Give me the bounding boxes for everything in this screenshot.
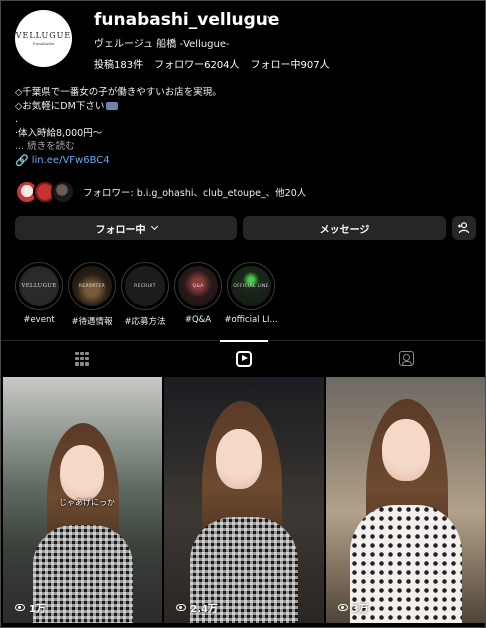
reel-face <box>216 429 263 489</box>
highlight-label: #応募方法 <box>124 317 166 327</box>
views-icon <box>337 604 348 611</box>
profile-bio: ◇千葉県で一番女の子が働きやすいお店を実現。 ◇お気軽にDM下さい . ·体入時… <box>15 86 222 154</box>
tagged-icon <box>398 351 414 366</box>
reel-view-count: 3万 <box>351 604 369 615</box>
posts-count[interactable]: 投稿183件 <box>94 56 143 71</box>
follower-avatar <box>51 180 75 204</box>
followed-by[interactable]: フォロワー: b.i.g_ohashi、club_etoupe_、他20人 <box>15 180 306 204</box>
reel-thumbnail[interactable]: 3万 <box>325 377 485 623</box>
highlight-cover: RECRUIT <box>125 266 165 306</box>
followed-by-text: フォロワー: b.i.g_ohashi、club_etoupe_、他20人 <box>83 188 307 199</box>
reel-view-count: 1万 <box>29 604 46 615</box>
reel-face <box>381 419 430 481</box>
reel-view-count: 2.4万 <box>190 604 219 615</box>
highlight-official-line[interactable]: OFFICIAL LINE #official LI... <box>224 262 278 327</box>
bio-line: . <box>15 114 19 125</box>
suggest-people-button[interactable] <box>452 216 476 240</box>
reel-views: 1万 <box>15 600 46 615</box>
avatar-logo-text: VELLUGUE <box>15 31 72 40</box>
bio-link[interactable]: 🔗 lin.ee/VFw6BC4 <box>15 154 110 167</box>
chevron-down-icon <box>150 222 158 231</box>
profile-username: funabashi_vellugue <box>94 10 280 30</box>
link-icon: 🔗 <box>15 154 29 167</box>
story-highlights: VELLUGUE #event REPORTER #待遇情報 RECRUIT #… <box>15 262 278 327</box>
highlight-benefits[interactable]: REPORTER #待遇情報 <box>68 262 116 327</box>
grid-icon <box>75 351 89 366</box>
bio-line-dm: ◇お気軽にDM下さい <box>15 100 222 114</box>
highlight-label: #待遇情報 <box>71 317 113 327</box>
following-count[interactable]: フォロー中907人 <box>251 56 330 71</box>
following-button[interactable]: フォロー中 <box>15 216 237 240</box>
bio-read-more[interactable]: ... 続きを読む <box>15 140 222 154</box>
highlight-cover: OFFICIAL LINE <box>231 266 271 306</box>
reel-views: 2.4万 <box>176 600 218 615</box>
reel-face <box>60 445 104 501</box>
reel-views: 3万 <box>337 600 369 615</box>
profile-stats: 投稿183件 フォロワー6204人 フォロー中907人 <box>94 56 330 71</box>
reel-caption: じゃあげにっか <box>59 498 115 507</box>
highlight-label: #event <box>23 315 55 325</box>
following-button-label: フォロー中 <box>95 224 146 236</box>
highlight-cover: VELLUGUE <box>19 266 59 306</box>
add-person-icon <box>458 222 470 234</box>
highlight-label: #Q&A <box>184 315 212 325</box>
reel-thumbnail[interactable]: 2.4万 <box>164 377 324 623</box>
highlight-cover: Q&A <box>178 266 218 306</box>
instagram-profile: VELLUGUE Funabashi funabashi_vellugue ··… <box>0 0 486 628</box>
bio-line: ·体入時給8,000円〜 <box>15 127 103 139</box>
tab-reels[interactable] <box>163 341 325 376</box>
highlight-qa[interactable]: Q&A #Q&A <box>174 262 222 327</box>
profile-tabs <box>1 340 485 376</box>
avatar-logo-subtext: Funabashi <box>32 41 55 46</box>
message-button-label: メッセージ <box>319 224 370 236</box>
message-button[interactable]: メッセージ <box>243 216 446 240</box>
message-emoji-icon <box>106 101 119 110</box>
followers-count[interactable]: フォロワー6204人 <box>154 56 239 71</box>
views-icon <box>176 604 187 611</box>
more-options-button[interactable]: ··· <box>262 11 274 26</box>
reel-thumbnail[interactable]: じゃあげにっか 1万 <box>3 377 163 623</box>
profile-avatar[interactable]: VELLUGUE Funabashi <box>15 10 72 67</box>
highlight-event[interactable]: VELLUGUE #event <box>15 262 63 327</box>
bio-line: ◇千葉県で一番女の子が働きやすいお店を実現。 <box>15 87 222 98</box>
views-icon <box>15 604 25 611</box>
highlight-cover: REPORTER <box>72 266 112 306</box>
bio-link-text[interactable]: lin.ee/VFw6BC4 <box>32 155 110 166</box>
tab-posts[interactable] <box>1 341 163 376</box>
profile-full-name: ヴェルージュ 船橋 -Vellugue- <box>94 39 230 50</box>
reels-icon <box>236 350 252 367</box>
tab-tagged[interactable] <box>325 341 485 376</box>
reels-grid: じゃあげにっか 1万 2.4万 3万 <box>3 377 485 623</box>
highlight-label: #official LI... <box>224 315 278 325</box>
highlight-recruit[interactable]: RECRUIT #応募方法 <box>121 262 169 327</box>
